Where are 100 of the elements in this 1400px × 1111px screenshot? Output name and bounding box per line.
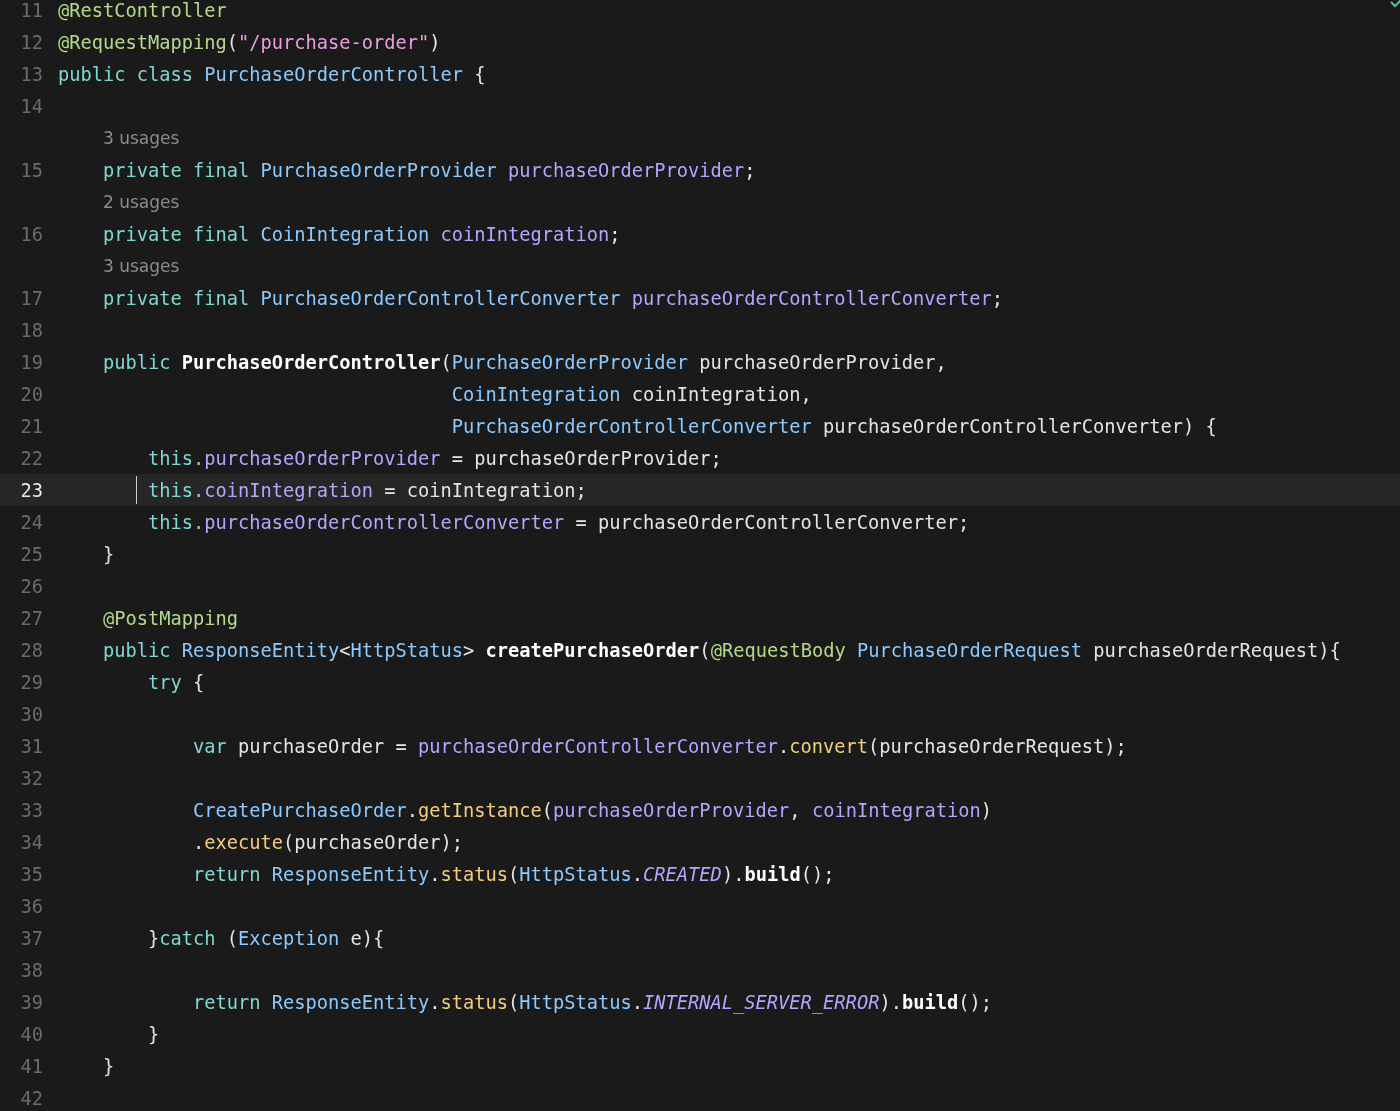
code-text: { [473, 63, 486, 85]
line-number: 24 [19, 511, 44, 533]
code-text: ). [721, 863, 745, 885]
code-text: } [103, 543, 115, 565]
code-text: coinIntegration, [630, 383, 812, 405]
line-number: 22 [19, 447, 44, 469]
code-text: purchaseOrder = [237, 735, 408, 757]
code-text: . [778, 735, 790, 757]
code-text: } [148, 927, 160, 949]
method-name: execute [204, 831, 284, 853]
keyword: this. [148, 511, 205, 533]
line-number: 27 [19, 607, 44, 629]
line-number: 20 [19, 383, 44, 405]
keyword: var [193, 735, 227, 757]
code-text: (purchaseOrder); [283, 831, 464, 853]
usages-hint[interactable]: 2 usages [103, 192, 180, 212]
field-name: purchaseOrderControllerConverter [204, 511, 565, 533]
line-number: 11 [19, 0, 44, 21]
line-number: 28 [19, 639, 44, 661]
line-number: 23 [19, 479, 44, 501]
keyword: this. [148, 479, 205, 501]
line-number: 34 [19, 831, 44, 853]
code-text: { [192, 671, 205, 693]
line-number: 26 [19, 575, 44, 597]
code-text: purchaseOrderProvider, [698, 351, 947, 373]
code-text: e){ [349, 927, 385, 949]
code-text: ( [508, 991, 520, 1013]
annotation: @RequestBody [710, 639, 847, 661]
line-number: 19 [19, 351, 44, 373]
type-name: PurchaseOrderControllerConverter [260, 287, 622, 309]
field-name: purchaseOrderControllerConverter [631, 287, 992, 309]
line-number: 37 [19, 927, 44, 949]
line-number: 42 [19, 1087, 44, 1109]
type-name: CoinIntegration [260, 223, 431, 245]
keyword: private final [103, 287, 251, 309]
keyword: return [193, 863, 262, 885]
field-name: coinIntegration [204, 479, 374, 501]
code-text: . [631, 991, 644, 1013]
type-name: Exception [238, 927, 340, 949]
code-text: } [103, 1055, 115, 1077]
declaration-name: createPurchaseOrder [485, 639, 700, 661]
code-text: ( [699, 639, 711, 661]
code-text: (purchaseOrderRequest); [868, 735, 1127, 757]
line-number: 12 [19, 31, 44, 53]
method-name: status [440, 991, 509, 1013]
code-text: . [429, 991, 441, 1013]
keyword: public [103, 351, 172, 373]
declaration-name: PurchaseOrderController [181, 351, 441, 373]
constant-name: INTERNAL_SERVER_ERROR [643, 991, 880, 1013]
method-name: convert [789, 735, 869, 757]
text-caret [135, 476, 138, 504]
field-name: coinIntegration [811, 799, 981, 821]
type-name: HttpStatus [519, 991, 632, 1013]
line-number: 40 [19, 1023, 44, 1045]
usages-hint[interactable]: 3 usages [103, 256, 180, 276]
type-name: HttpStatus [519, 863, 632, 885]
code-text: ) [429, 31, 441, 53]
code-text: ). [879, 991, 902, 1013]
code-text: > [463, 639, 476, 661]
line-number: 30 [19, 703, 44, 725]
type-name: PurchaseOrderControllerConverter [451, 415, 812, 437]
keyword: return [193, 991, 262, 1013]
line-number: 31 [19, 735, 44, 757]
line-number: 36 [19, 895, 44, 917]
constant-name: CREATED [643, 863, 722, 885]
code-text: ( [225, 927, 239, 949]
line-number: 14 [19, 95, 44, 117]
line-number: 16 [19, 223, 44, 245]
code-text: = coinIntegration; [383, 479, 587, 501]
field-name: purchaseOrderProvider [508, 159, 745, 181]
code-text: < [339, 639, 351, 661]
line-number: 41 [19, 1055, 44, 1077]
annotation: @RestController [58, 0, 227, 21]
code-text: ; [609, 223, 621, 245]
code-text: } [148, 1023, 160, 1045]
code-text: . [429, 863, 441, 885]
line-number: 25 [19, 543, 44, 565]
type-name: CoinIntegration [451, 383, 621, 405]
line-number: 15 [19, 159, 44, 181]
line-number: 13 [19, 63, 44, 85]
type-name: HttpStatus [350, 639, 464, 661]
usages-hint[interactable]: 3 usages [103, 128, 180, 148]
code-text: (); [800, 863, 835, 885]
keyword: this. [148, 447, 205, 469]
code-text: = purchaseOrderProvider; [450, 447, 722, 469]
field-name: purchaseOrderControllerConverter [418, 735, 779, 757]
method-name: status [440, 863, 509, 885]
keyword: try [148, 671, 182, 693]
code-text: ( [226, 31, 239, 53]
type-name: ResponseEntity [271, 991, 430, 1013]
line-number: 39 [19, 991, 44, 1013]
code-text: ; [744, 159, 756, 181]
code-text: . [631, 863, 644, 885]
code-text: purchaseOrderControllerConverter) { [822, 415, 1217, 437]
line-number: 35 [19, 863, 44, 885]
code-text: ; [991, 287, 1004, 309]
type-name: ResponseEntity [271, 863, 430, 885]
keyword: public class [58, 63, 194, 85]
code-text: (); [958, 991, 992, 1013]
annotation: @PostMapping [103, 607, 238, 629]
